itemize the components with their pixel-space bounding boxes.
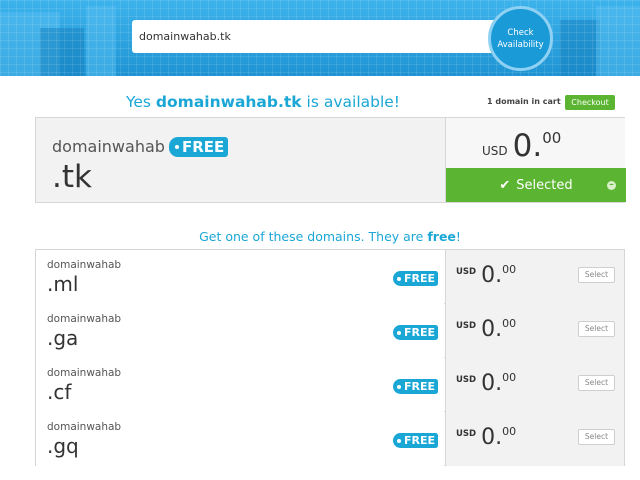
suggestions-title: Get one of these domains. They are free!: [0, 229, 640, 244]
check-button-label-line1: Check: [507, 27, 534, 38]
price-decimal: 00: [502, 425, 517, 438]
domain-tld: .ml: [47, 272, 79, 296]
suggested-domain-row: domainwahab .cf FREE USD 0. 00 Select: [36, 358, 624, 412]
price-integer: 0.: [481, 317, 503, 342]
domain-info: domainwahab .cf FREE: [36, 358, 444, 412]
selected-domain-pricing: USD 0. 00 ✔ Selected –: [445, 118, 626, 202]
price-decimal: 00: [502, 371, 517, 384]
select-button[interactable]: Select: [578, 375, 615, 391]
price: USD 0. 00: [456, 263, 516, 289]
price-integer: 0.: [481, 371, 503, 396]
badge-dot-icon: [397, 384, 401, 389]
availability-domain: domainwahab.tk: [155, 93, 302, 111]
checkout-button[interactable]: Checkout: [565, 95, 615, 110]
badge-dot-icon: [397, 438, 401, 443]
domain-search-input[interactable]: [132, 20, 498, 53]
free-badge-label: FREE: [404, 326, 436, 339]
price-integer: 0.: [512, 128, 543, 164]
check-button-label-line2: Availability: [497, 39, 544, 50]
price-currency: USD: [456, 375, 477, 385]
domain-info: domainwahab .gq FREE: [36, 412, 444, 466]
price: USD 0. 00: [456, 371, 516, 397]
free-badge-label: FREE: [404, 434, 436, 447]
free-badge-label: FREE: [182, 138, 225, 156]
select-button[interactable]: Select: [578, 321, 615, 337]
domain-tld: .ga: [47, 326, 79, 350]
domain-name: domainwahab: [47, 259, 122, 271]
check-icon: ✔: [499, 177, 511, 193]
price: USD 0. 00: [482, 128, 561, 164]
suggested-domain-row: domainwahab .gq FREE USD 0. 00 Select: [36, 412, 624, 466]
price-decimal: 00: [502, 317, 517, 330]
selected-domain-name: domainwahab: [52, 137, 165, 156]
price: USD 0. 00: [456, 425, 516, 451]
domain-tld: .gq: [47, 434, 79, 458]
search-header: Check Availability: [0, 0, 640, 76]
check-availability-button[interactable]: Check Availability: [488, 6, 553, 71]
availability-prefix: Yes: [125, 93, 156, 111]
price: USD 0. 00: [456, 317, 516, 343]
price-currency: USD: [456, 321, 477, 331]
price-decimal: 00: [542, 129, 562, 147]
domain-name: domainwahab: [47, 367, 122, 379]
domain-tld: .cf: [47, 380, 72, 404]
domain-pricing: USD 0. 00 Select: [445, 250, 624, 304]
free-badge-label: FREE: [404, 380, 436, 393]
selected-button-label: Selected: [516, 177, 573, 193]
domain-pricing: USD 0. 00 Select: [445, 358, 624, 412]
cart-count: 1 domain in cart: [487, 97, 561, 106]
free-badge: FREE: [393, 271, 439, 286]
domain-name: domainwahab: [47, 421, 122, 433]
minus-circle-icon[interactable]: –: [607, 181, 616, 190]
price-decimal: 00: [502, 263, 517, 276]
badge-dot-icon: [175, 145, 179, 149]
badge-dot-icon: [397, 276, 401, 281]
availability-suffix: is available!: [301, 93, 401, 111]
selected-button[interactable]: ✔ Selected –: [446, 168, 626, 202]
suggestions-title-bold: free: [427, 229, 456, 244]
domain-info: domainwahab .ml FREE: [36, 250, 444, 304]
domain-info: domainwahab .ga FREE: [36, 304, 444, 358]
domain-pricing: USD 0. 00 Select: [445, 304, 624, 358]
selected-domain-info: domainwahab FREE .tk: [36, 118, 444, 202]
suggested-domain-row: domainwahab .ga FREE USD 0. 00 Select: [36, 304, 624, 358]
free-badge-label: FREE: [404, 272, 436, 285]
badge-dot-icon: [397, 330, 401, 335]
price-integer: 0.: [481, 425, 503, 450]
domain-name: domainwahab: [47, 313, 122, 325]
select-button[interactable]: Select: [578, 429, 615, 445]
price-currency: USD: [456, 429, 477, 439]
selected-domain-card: domainwahab FREE .tk USD 0. 00 ✔ Selecte…: [35, 117, 626, 203]
free-badge: FREE: [169, 137, 229, 157]
price-integer: 0.: [481, 263, 503, 288]
free-badge: FREE: [393, 379, 439, 394]
suggested-domain-row: domainwahab .ml FREE USD 0. 00 Select: [36, 250, 624, 304]
select-button[interactable]: Select: [578, 267, 615, 283]
price-currency: USD: [482, 144, 508, 158]
availability-message: Yes domainwahab.tk is available!: [0, 93, 526, 111]
price-currency: USD: [456, 267, 477, 277]
suggested-domains-list: domainwahab .ml FREE USD 0. 00 Select do…: [35, 249, 625, 466]
suggestions-title-prefix: Get one of these domains. They are: [199, 229, 428, 244]
domain-pricing: USD 0. 00 Select: [445, 412, 624, 466]
selected-domain-tld: .tk: [52, 159, 92, 195]
suggestions-title-suffix: !: [455, 229, 461, 244]
free-badge: FREE: [393, 433, 439, 448]
free-badge: FREE: [393, 325, 439, 340]
